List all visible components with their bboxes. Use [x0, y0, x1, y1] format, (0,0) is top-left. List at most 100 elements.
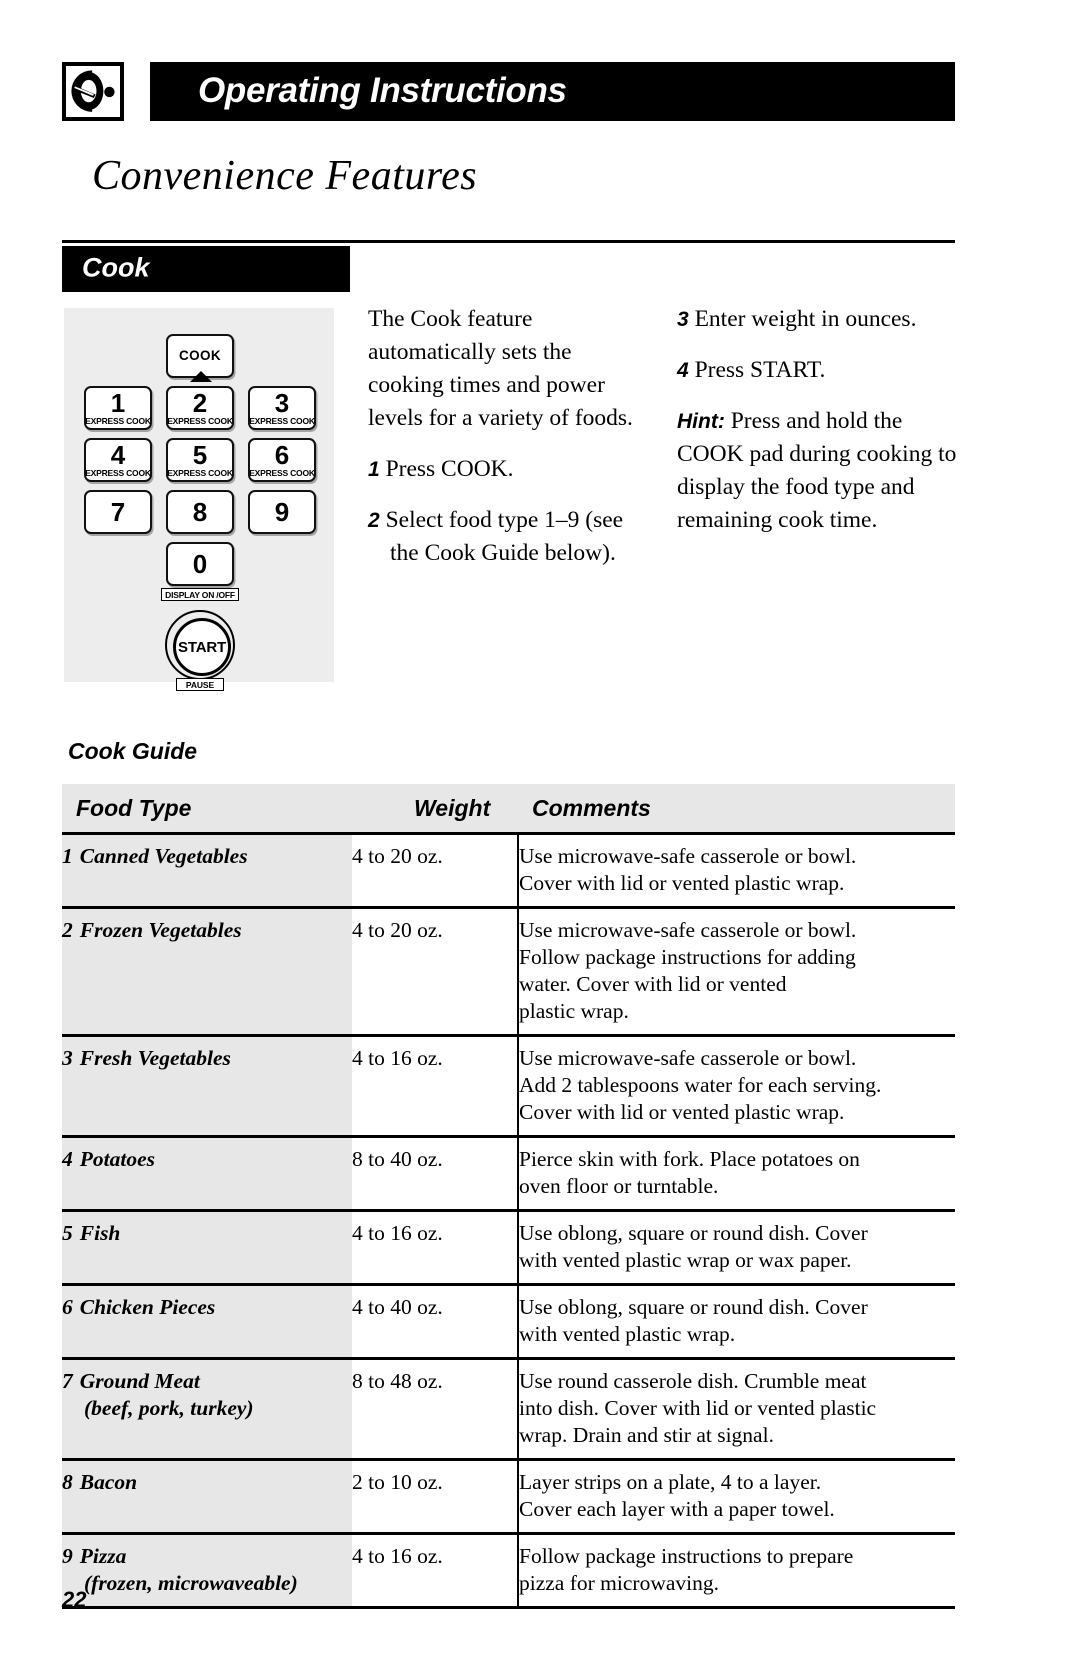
comment-line: into dish. Cover with lid or vented plas…: [519, 1396, 877, 1420]
table-row: 4 Potatoes 8 to 40 oz. Pierce skin with f…: [62, 1136, 955, 1212]
chapter-title: Convenience Features: [92, 153, 478, 199]
cell-food-type: 9 Pizza (frozen, microwaveable): [62, 1533, 352, 1609]
cell-comments: Use oblong, square or round dish. Cover …: [517, 1284, 955, 1360]
step-text: Enter weight in ounces.: [694, 306, 917, 332]
column-header-food-type: Food Type: [62, 784, 352, 835]
cell-weight: 4 to 16 oz.: [352, 1533, 518, 1609]
cell-comments: Use microwave-safe casserole or bowl. Ad…: [517, 1035, 955, 1138]
key-sublabel: EXPRESS COOK: [249, 416, 315, 427]
cell-comments: Layer strips on a plate, 4 to a layer. C…: [517, 1459, 955, 1535]
cell-comments: Use microwave-safe casserole or bowl. Fo…: [517, 907, 955, 1037]
food-name: Canned Vegetables: [79, 844, 248, 868]
comment-line: wrap. Drain and stir at signal.: [519, 1423, 774, 1447]
key-number: 2: [192, 388, 208, 419]
comment-line: oven floor or turntable.: [519, 1174, 719, 1198]
table-row: 6 Chicken Pieces 4 to 40 oz. Use oblong, …: [62, 1284, 955, 1360]
key-number: 9: [274, 496, 290, 527]
key-sublabel: EXPRESS COOK: [167, 468, 233, 479]
instructions-column-left: The Cook feature automatically sets the …: [368, 303, 653, 570]
page-title: Operating Instructions: [198, 70, 567, 110]
keypad-key-5: 5 EXPRESS COOK: [166, 438, 234, 482]
food-name: Potatoes: [79, 1147, 155, 1171]
comment-line: Cover with lid or vented plastic wrap.: [519, 1100, 845, 1124]
comment-line: with vented plastic wrap or wax paper.: [519, 1248, 852, 1272]
step-number: 3: [677, 308, 689, 331]
keypad-key-4: 4 EXPRESS COOK: [84, 438, 152, 482]
key-number: 1: [110, 388, 126, 419]
instruction-step-2: 2 Select food type 1–9 (see the Cook Gui…: [368, 504, 653, 570]
comment-line: Use oblong, square or round dish. Cover: [519, 1221, 868, 1245]
food-number: 8: [62, 1470, 73, 1494]
page-number: 22: [62, 1587, 87, 1612]
table-row: 2 Frozen Vegetables 4 to 20 oz. Use micro…: [62, 907, 955, 1037]
hint-label: Hint:: [677, 410, 725, 433]
comment-line: Add 2 tablespoons water for each serving…: [519, 1073, 882, 1097]
cell-food-type: 8 Bacon: [62, 1459, 352, 1535]
cell-weight: 8 to 48 oz.: [352, 1358, 518, 1461]
cell-comments: Pierce skin with fork. Place potatoes on…: [517, 1136, 955, 1212]
key-number: 7: [110, 496, 126, 527]
cell-comments: Use round casserole dish. Crumble meat i…: [517, 1358, 955, 1461]
display-on-off-label: DISPLAY ON /OFF: [161, 588, 239, 601]
comment-line: Use oblong, square or round dish. Cover: [519, 1295, 868, 1319]
cook-guide-table: Food Type Weight Comments 1 Canned Vegeta…: [62, 784, 955, 1609]
instruction-step-1: 1 Press COOK.: [368, 453, 653, 486]
microwave-door-icon: [62, 62, 124, 121]
key-number: 3: [274, 388, 290, 419]
start-pad-label: START: [173, 618, 231, 676]
key-sublabel: EXPRESS COOK: [167, 416, 233, 427]
keypad-key-0: 0: [166, 542, 234, 586]
food-number: 7: [62, 1369, 73, 1393]
table-row: 7 Ground Meat (beef, pork, turkey) 8 to 48…: [62, 1358, 955, 1461]
comment-line: Cover with lid or vented plastic wrap.: [519, 871, 845, 895]
table-row: 9 Pizza (frozen, microwaveable) 4 to 16 oz…: [62, 1533, 955, 1609]
pause-label: PAUSE: [176, 678, 224, 691]
comment-line: Use microwave-safe casserole or bowl.: [519, 1046, 857, 1070]
comment-line: with vented plastic wrap.: [519, 1322, 736, 1346]
header-bar: Operating Instructions: [150, 62, 955, 121]
section-label: Cook: [62, 246, 350, 292]
table-body: 1 Canned Vegetables 4 to 20 oz. Use micro…: [62, 833, 955, 1609]
instructions-column-right: 3 Enter weight in ounces. 4 Press START.…: [677, 303, 962, 537]
comment-line: Layer strips on a plate, 4 to a layer.: [519, 1470, 822, 1494]
keypad-key-2: 2 EXPRESS COOK: [166, 386, 234, 430]
keypad-key-7: 7: [84, 490, 152, 534]
key-number: 6: [274, 440, 290, 471]
section-label-text: Cook: [82, 252, 150, 283]
comment-line: plastic wrap.: [519, 999, 629, 1023]
key-number: 4: [110, 440, 126, 471]
food-name: Frozen Vegetables: [79, 918, 242, 942]
control-panel-illustration: COOK 1 EXPRESS COOK 2 EXPRESS COOK 3 EXP…: [64, 308, 334, 691]
cell-food-type: 2 Frozen Vegetables: [62, 907, 352, 1037]
step-number: 4: [677, 359, 689, 382]
cell-weight: 4 to 16 oz.: [352, 1035, 518, 1138]
cell-weight: 4 to 20 oz.: [352, 833, 518, 909]
food-number: 5: [62, 1221, 73, 1245]
page-header: Operating Instructions: [62, 62, 955, 122]
table-row: 8 Bacon 2 to 10 oz. Layer strips on a pla…: [62, 1459, 955, 1535]
cell-weight: 4 to 20 oz.: [352, 907, 518, 1037]
cook-pad-arrow-icon: [190, 371, 212, 382]
table-row: 1 Canned Vegetables 4 to 20 oz. Use micro…: [62, 833, 955, 909]
cell-weight: 8 to 40 oz.: [352, 1136, 518, 1212]
cell-food-type: 6 Chicken Pieces: [62, 1284, 352, 1360]
keypad-key-8: 8: [166, 490, 234, 534]
food-number: 1: [62, 844, 73, 868]
cook-pad-label: COOK: [178, 348, 222, 364]
comment-line: pizza for microwaving.: [519, 1571, 719, 1595]
key-sublabel: EXPRESS COOK: [85, 416, 151, 427]
start-pad: START: [165, 610, 235, 680]
key-number: 8: [192, 496, 208, 527]
food-number: 4: [62, 1147, 73, 1171]
cell-weight: 2 to 10 oz.: [352, 1459, 518, 1535]
comment-line: Cover each layer with a paper towel.: [519, 1497, 835, 1521]
cook-guide-table-wrapper: Food Type Weight Comments 1 Canned Vegeta…: [62, 784, 955, 1609]
step-text: Press START.: [694, 357, 826, 383]
cell-comments: Use microwave-safe casserole or bowl. Co…: [517, 833, 955, 909]
key-number: 5: [192, 440, 208, 471]
keypad-key-6: 6 EXPRESS COOK: [248, 438, 316, 482]
food-name: Chicken Pieces: [79, 1295, 216, 1319]
key-sublabel: EXPRESS COOK: [85, 468, 151, 479]
food-name: Pizza: [79, 1544, 127, 1568]
keypad-key-9: 9: [248, 490, 316, 534]
